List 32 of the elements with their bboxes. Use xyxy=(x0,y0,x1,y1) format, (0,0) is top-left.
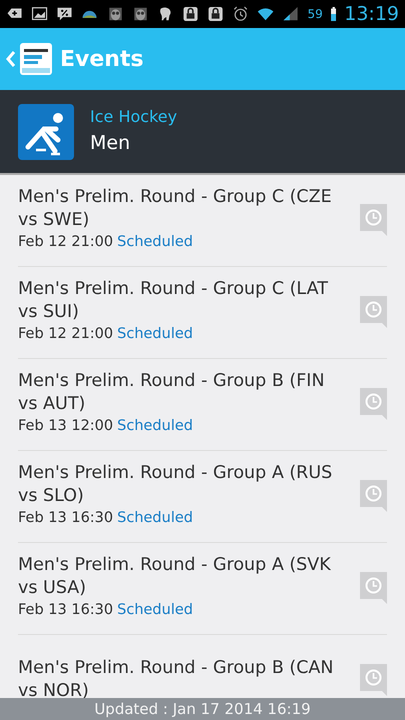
battery-level-text: 59 xyxy=(308,6,323,23)
event-title: Men's Prelim. Round - Group B (FIN vs AUT) xyxy=(18,370,326,416)
clock-reminder-icon[interactable] xyxy=(360,572,387,604)
event-title: Men's Prelim. Round - Group A (SVK vs USA) xyxy=(18,554,332,600)
category-name: Men xyxy=(90,131,132,156)
screen-title: Events xyxy=(60,46,144,74)
event-date: Feb 12 21:00 xyxy=(18,233,114,252)
event-date: Feb 13 16:30 xyxy=(18,509,114,528)
event-title: Men's Prelim. Round - Group C (LAT vs SUI) xyxy=(18,278,329,324)
clock-reminder-icon[interactable] xyxy=(360,388,387,420)
event-title: Men's Prelim. Round - Group C (CZE vs SWE) xyxy=(18,186,333,232)
event-status: Scheduled xyxy=(117,509,193,528)
event-date: Feb 13 12:00 xyxy=(18,417,114,436)
ice-hockey-player-icon xyxy=(18,104,74,160)
back-chevron-icon xyxy=(6,50,16,68)
event-title: Men's Prelim. Round - Group A (RUS vs SLO) xyxy=(18,462,334,508)
battery-icon xyxy=(330,5,336,23)
clock-reminder-icon[interactable] xyxy=(360,664,387,696)
clock-reminder-icon[interactable] xyxy=(360,204,387,236)
clock-time: 13:19 xyxy=(344,4,399,24)
event-status: Scheduled xyxy=(117,417,193,436)
app-logo-icon xyxy=(20,43,52,75)
event-status: Scheduled xyxy=(117,325,193,344)
back-button[interactable] xyxy=(6,43,52,75)
event-status: Scheduled xyxy=(117,233,193,252)
clock-reminder-icon[interactable] xyxy=(360,296,387,328)
sport-name: Ice Hockey xyxy=(90,106,178,128)
updated-status-bar: Updated : Jan 17 2014 16:19 xyxy=(0,698,405,720)
clock-reminder-icon[interactable] xyxy=(360,480,387,512)
event-date: Feb 12 21:00 xyxy=(18,325,114,344)
event-status: Scheduled xyxy=(117,601,193,620)
event-date: Feb 13 16:30 xyxy=(18,601,114,620)
